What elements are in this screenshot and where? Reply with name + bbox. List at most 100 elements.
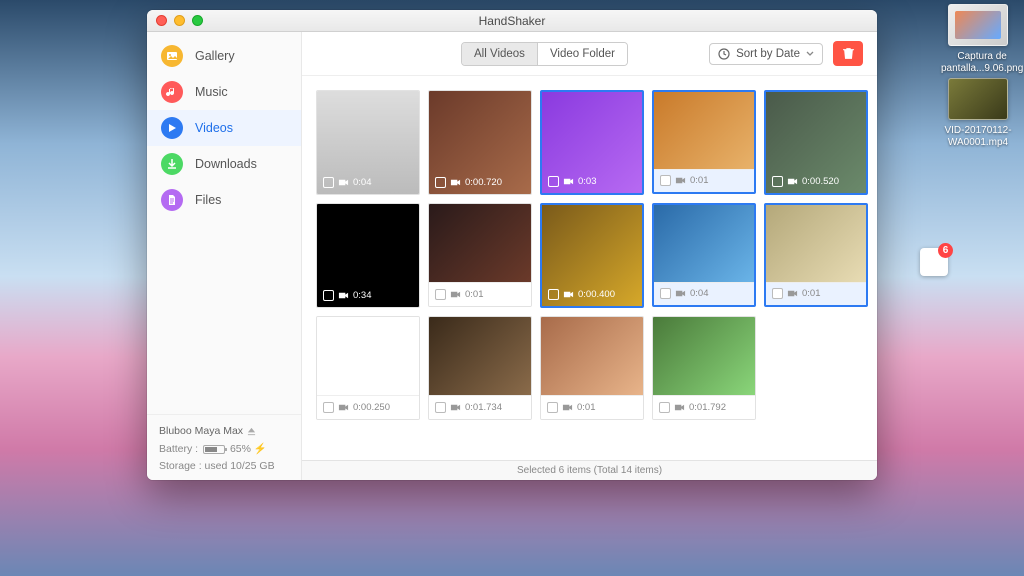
video-thumbnail: [654, 205, 754, 282]
video-cell[interactable]: 0:01: [652, 90, 756, 194]
video-duration: 0:04: [353, 177, 372, 188]
video-cell[interactable]: 0:04: [652, 203, 756, 307]
note-icon: [161, 81, 183, 103]
clock-icon: [718, 48, 730, 60]
grid-scroll[interactable]: 0:04 0:00.720 0:03 0:01 0:00.520 0:34 0:01 0:00…: [302, 76, 877, 460]
desktop-file-screenshot[interactable]: Captura de pantalla...9.06.png: [938, 4, 1018, 76]
sidebar-item-files[interactable]: Files: [147, 182, 301, 218]
video-cell[interactable]: 0:01: [540, 316, 644, 420]
checkbox[interactable]: [548, 176, 559, 187]
checkbox[interactable]: [772, 176, 783, 187]
sidebar-item-downloads[interactable]: Downloads: [147, 146, 301, 182]
minimize-button[interactable]: [174, 15, 185, 26]
checkbox[interactable]: [772, 288, 783, 299]
storage-row: Storage : used 10/25 GB: [159, 460, 289, 472]
video-footer: 0:01: [766, 282, 866, 305]
video-cell[interactable]: 0:00.520: [764, 90, 868, 195]
sort-button[interactable]: Sort by Date: [709, 43, 823, 65]
video-grid: 0:04 0:00.720 0:03 0:01 0:00.520 0:34 0:01 0:00…: [316, 90, 863, 420]
checkbox[interactable]: [548, 289, 559, 300]
checkbox[interactable]: [660, 288, 671, 299]
video-cell[interactable]: 0:03: [540, 90, 644, 195]
image-icon: [161, 45, 183, 67]
video-cell[interactable]: 0:01.734: [428, 316, 532, 420]
eject-icon[interactable]: [247, 427, 256, 436]
sidebar-item-videos[interactable]: Videos: [147, 110, 301, 146]
status-bar: Selected 6 items (Total 14 items): [302, 460, 877, 480]
video-footer: 0:01: [429, 282, 531, 306]
image-icon: [948, 4, 1008, 46]
device-name: Bluboo Maya Max: [159, 425, 243, 437]
badge-count: 6: [938, 243, 953, 258]
desktop-file-video[interactable]: VID-20170112-WA0001.mp4: [938, 78, 1018, 150]
video-cell[interactable]: 0:00.250: [316, 316, 420, 420]
battery-icon: [203, 445, 225, 454]
video-cell[interactable]: 0:34: [316, 203, 420, 308]
window-title: HandShaker: [147, 14, 877, 28]
file-icon: [161, 189, 183, 211]
sidebar-item-music[interactable]: Music: [147, 74, 301, 110]
video-duration: 0:03: [578, 176, 597, 187]
sidebar-item-label: Downloads: [195, 157, 257, 171]
video-footer: 0:04: [654, 282, 754, 305]
checkbox[interactable]: [435, 289, 446, 300]
video-duration: 0:00.720: [465, 177, 502, 188]
video-cell[interactable]: 0:01.792: [652, 316, 756, 420]
video-footer: 0:00.250: [317, 395, 419, 419]
app-window: HandShaker Gallery Music Videos Downloads Fi…: [147, 10, 877, 480]
video-thumbnail: [541, 317, 643, 395]
video-duration: 0:01: [465, 289, 484, 300]
checkbox[interactable]: [659, 402, 670, 413]
tab-video-folder[interactable]: Video Folder: [537, 43, 627, 65]
checkbox[interactable]: [323, 290, 334, 301]
tab-all-videos[interactable]: All Videos: [462, 43, 537, 65]
video-thumbnail: [317, 317, 419, 395]
video-duration: 0:00.400: [578, 289, 615, 300]
checkbox[interactable]: [435, 177, 446, 188]
desktop-notification-badge[interactable]: 6: [920, 248, 948, 276]
toolbar: All VideosVideo Folder Sort by Date: [302, 32, 877, 76]
chevron-down-icon: [806, 50, 814, 58]
video-duration: 0:34: [353, 290, 372, 301]
video-footer: 0:01: [541, 395, 643, 419]
video-cell[interactable]: 0:00.400: [540, 203, 644, 308]
video-cell[interactable]: 0:04: [316, 90, 420, 195]
video-thumbnail: [766, 205, 866, 282]
video-cell[interactable]: 0:01: [428, 203, 532, 307]
titlebar[interactable]: HandShaker: [147, 10, 877, 32]
checkbox[interactable]: [435, 402, 446, 413]
video-footer: 0:00.520: [766, 169, 866, 193]
video-duration: 0:00.520: [802, 176, 839, 187]
battery-row: Battery : 65% ⚡: [159, 442, 289, 455]
checkbox[interactable]: [323, 177, 334, 188]
video-footer: 0:01: [654, 169, 754, 192]
close-button[interactable]: [156, 15, 167, 26]
video-thumbnail: [429, 317, 531, 395]
video-footer: 0:00.400: [542, 282, 642, 306]
video-duration: 0:04: [690, 288, 709, 299]
sort-label: Sort by Date: [736, 48, 800, 60]
sidebar-item-label: Videos: [195, 121, 233, 135]
window-controls: [147, 15, 203, 26]
video-duration: 0:01: [802, 288, 821, 299]
video-duration: 0:01.792: [689, 402, 726, 413]
video-footer: 0:34: [317, 283, 419, 307]
main-panel: All VideosVideo Folder Sort by Date 0:04…: [302, 32, 877, 480]
video-duration: 0:01: [690, 175, 709, 186]
desktop-file-label: Captura de pantalla...9.06.png: [938, 50, 1024, 76]
sidebar-item-label: Files: [195, 193, 221, 207]
checkbox[interactable]: [323, 402, 334, 413]
video-footer: 0:00.720: [429, 170, 531, 194]
video-cell[interactable]: 0:00.720: [428, 90, 532, 195]
sidebar-item-label: Gallery: [195, 49, 235, 63]
maximize-button[interactable]: [192, 15, 203, 26]
checkbox[interactable]: [660, 175, 671, 186]
video-duration: 0:00.250: [353, 402, 390, 413]
delete-button[interactable]: [833, 41, 863, 66]
video-duration: 0:01.734: [465, 402, 502, 413]
sidebar-item-gallery[interactable]: Gallery: [147, 38, 301, 74]
device-info: Bluboo Maya Max Battery : 65% ⚡ Storage …: [147, 414, 301, 480]
video-footer: 0:04: [317, 170, 419, 194]
checkbox[interactable]: [547, 402, 558, 413]
video-cell[interactable]: 0:01: [764, 203, 868, 307]
